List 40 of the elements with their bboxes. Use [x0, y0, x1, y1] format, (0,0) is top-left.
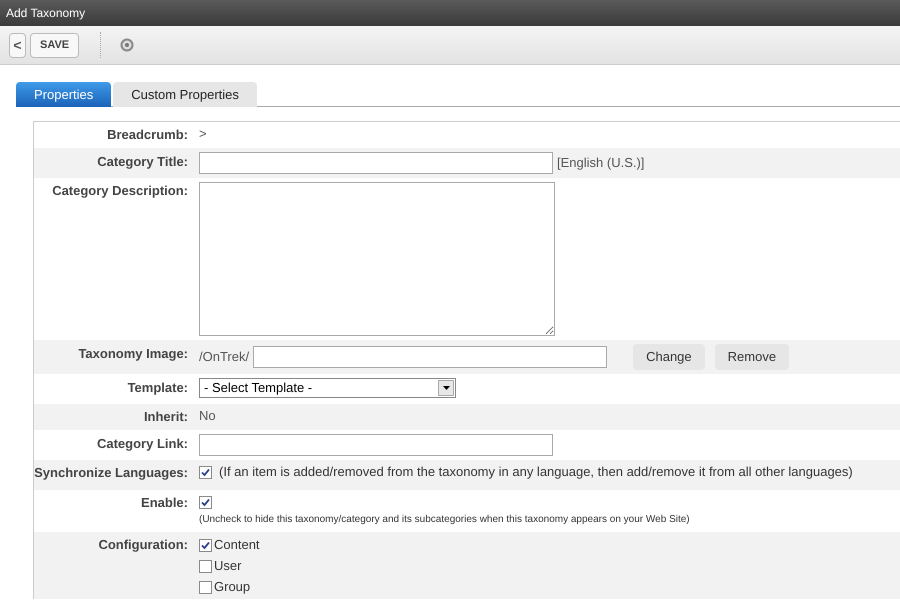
check-icon	[201, 540, 210, 550]
option-label: Content	[214, 537, 260, 553]
field-value: >	[199, 126, 207, 142]
enable-note: (Uncheck to hide this taxonomy/category and its subcategories when this taxonomy appears on your Web Site)	[199, 513, 690, 527]
text-field[interactable]	[199, 152, 553, 174]
language-label: [English (U.S.)]	[557, 155, 644, 171]
checkbox[interactable]	[199, 560, 212, 572]
field-label: Category Link:	[96, 436, 188, 451]
field-label: Category Title:	[97, 154, 188, 169]
path-prefix: /OnTrek/	[199, 349, 250, 365]
template-select[interactable]: - Select Template -	[199, 378, 456, 398]
check-icon	[201, 468, 210, 476]
field-label: Enable:	[141, 495, 188, 510]
field-value: No	[199, 408, 216, 424]
checkbox[interactable]	[199, 466, 212, 478]
checkbox[interactable]	[199, 538, 212, 552]
field-label: Synchronize Languages:	[34, 465, 188, 480]
image-button[interactable]: Change	[633, 344, 705, 370]
text-field[interactable]	[199, 434, 553, 456]
field-label: Breadcrumb:	[107, 127, 188, 142]
tab[interactable]: Custom Properties	[113, 82, 257, 107]
option-label: Group	[214, 579, 250, 595]
field-label: Category Description:	[52, 183, 188, 198]
back-button[interactable]: <	[9, 32, 26, 58]
image-path-field[interactable]	[253, 346, 608, 368]
window-title: Add Taxonomy	[6, 5, 86, 22]
save-button[interactable]: SAVE	[30, 32, 80, 58]
checkbox[interactable]	[199, 580, 212, 594]
field-label: Template:	[128, 380, 188, 395]
field-label: Inherit:	[144, 409, 188, 424]
tab[interactable]: Properties	[16, 82, 112, 107]
field-label: Taxonomy Image:	[78, 346, 188, 361]
checkbox[interactable]	[199, 496, 212, 509]
option-label: User	[214, 558, 242, 574]
image-button[interactable]: Remove	[714, 344, 790, 370]
check-icon	[201, 498, 210, 507]
dropdown-icon	[438, 380, 454, 396]
sync-note: (If an item is added/removed from the taxonomy in any language, then add/remove it from all other languages)	[219, 464, 853, 480]
description-field[interactable]	[199, 182, 555, 336]
field-label: Configuration:	[98, 537, 188, 552]
